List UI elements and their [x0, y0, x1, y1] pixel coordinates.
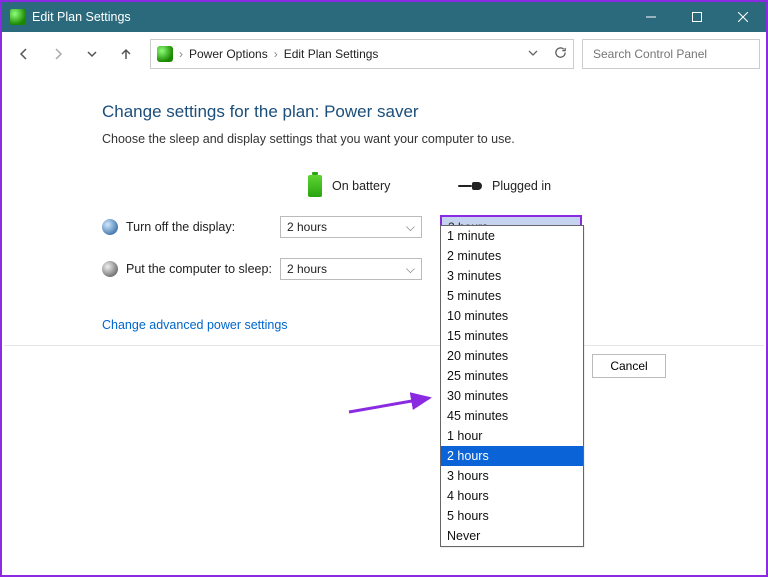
address-bar[interactable]: › Power Options › Edit Plan Settings [150, 39, 574, 69]
dropdown-option[interactable]: 2 hours [441, 446, 583, 466]
display-icon [102, 219, 118, 235]
dropdown-option[interactable]: 5 hours [441, 506, 583, 526]
up-button[interactable] [110, 40, 142, 68]
chevron-down-icon: ⌵ [406, 220, 415, 235]
refresh-button[interactable] [554, 46, 567, 62]
dropdown-option[interactable]: 30 minutes [441, 386, 583, 406]
button-bar-separator [4, 345, 764, 346]
search-input[interactable] [591, 46, 750, 62]
chevron-right-icon: › [274, 47, 278, 61]
breadcrumb-item[interactable]: Edit Plan Settings [284, 47, 379, 61]
dropdown-option[interactable]: 25 minutes [441, 366, 583, 386]
power-options-icon [157, 46, 173, 62]
row-label-sleep: Put the computer to sleep: [102, 248, 280, 290]
select-value: 2 hours [287, 262, 327, 276]
row-label-display: Turn off the display: [102, 206, 280, 248]
sleep-icon [102, 261, 118, 277]
content-area: Change settings for the plan: Power save… [2, 76, 766, 332]
column-header-battery: On battery [280, 166, 440, 206]
display-battery-select[interactable]: 2 hours ⌵ [280, 216, 422, 238]
dropdown-option[interactable]: 45 minutes [441, 406, 583, 426]
search-box[interactable] [582, 39, 760, 69]
cancel-button[interactable]: Cancel [592, 354, 666, 378]
dropdown-option[interactable]: 15 minutes [441, 326, 583, 346]
close-button[interactable] [720, 2, 766, 32]
recent-locations-button[interactable] [76, 40, 108, 68]
address-dropdown-button[interactable] [528, 47, 538, 61]
title-bar: Edit Plan Settings [2, 2, 766, 32]
duration-dropdown[interactable]: 1 minute2 minutes3 minutes5 minutes10 mi… [440, 225, 584, 547]
dropdown-option[interactable]: 5 minutes [441, 286, 583, 306]
window-title: Edit Plan Settings [32, 10, 628, 24]
dropdown-option[interactable]: 20 minutes [441, 346, 583, 366]
column-label: Plugged in [492, 179, 551, 193]
nav-bar: › Power Options › Edit Plan Settings [2, 32, 766, 76]
minimize-button[interactable] [628, 2, 674, 32]
dropdown-option[interactable]: Never [441, 526, 583, 546]
back-button[interactable] [8, 40, 40, 68]
dropdown-option[interactable]: 4 hours [441, 486, 583, 506]
dropdown-option[interactable]: 1 minute [441, 226, 583, 246]
select-value: 2 hours [287, 220, 327, 234]
button-bar: Cancel [592, 354, 666, 378]
page-title: Change settings for the plan: Power save… [102, 102, 726, 122]
page-subtitle: Choose the sleep and display settings th… [102, 132, 726, 146]
dropdown-option[interactable]: 10 minutes [441, 306, 583, 326]
chevron-down-icon: ⌵ [406, 262, 415, 277]
sleep-battery-select[interactable]: 2 hours ⌵ [280, 258, 422, 280]
column-header-plugged-in: Plugged in [440, 166, 600, 206]
annotation-arrow [347, 390, 437, 420]
dropdown-option[interactable]: 2 minutes [441, 246, 583, 266]
breadcrumb-item[interactable]: Power Options [189, 47, 268, 61]
battery-icon [308, 175, 322, 197]
dropdown-option[interactable]: 3 hours [441, 466, 583, 486]
column-label: On battery [332, 179, 390, 193]
advanced-settings-link[interactable]: Change advanced power settings [102, 318, 726, 332]
forward-button[interactable] [42, 40, 74, 68]
chevron-right-icon: › [179, 47, 183, 61]
dropdown-option[interactable]: 3 minutes [441, 266, 583, 286]
maximize-button[interactable] [674, 2, 720, 32]
dropdown-option[interactable]: 1 hour [441, 426, 583, 446]
app-icon [10, 9, 26, 25]
plug-icon [458, 180, 482, 192]
